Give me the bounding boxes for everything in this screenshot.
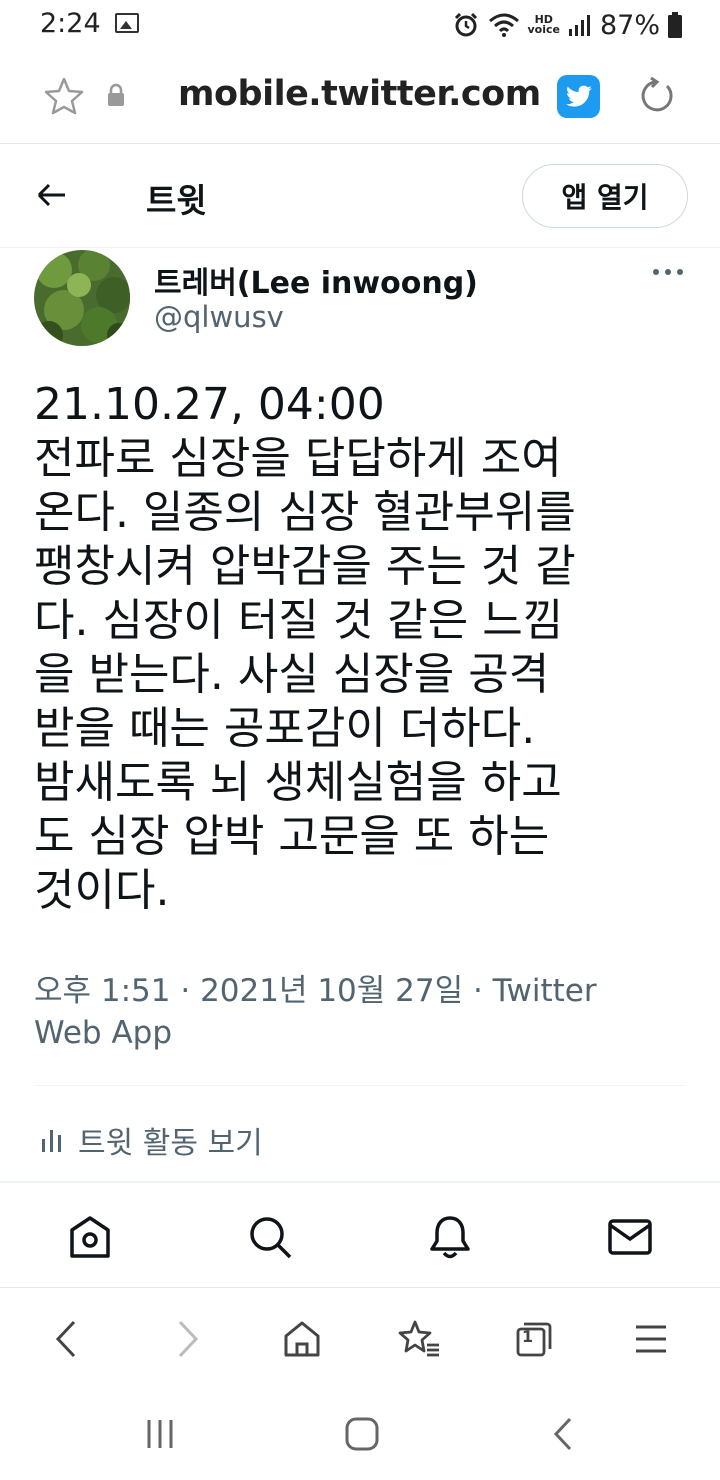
twitter-bottom-nav	[0, 1182, 720, 1288]
status-icons: HD voice 87%	[452, 8, 682, 42]
divider	[34, 1085, 686, 1086]
messages-icon[interactable]	[606, 1213, 654, 1261]
wifi-icon	[488, 13, 519, 37]
gallery-icon	[115, 13, 139, 33]
battery-percent: 87%	[599, 9, 660, 41]
open-app-button[interactable]: 앱 열기	[522, 164, 688, 228]
hd-voice-icon: HD voice	[527, 13, 560, 36]
activity-label: 트윗 활동 보기	[78, 1126, 263, 1161]
reload-icon[interactable]	[637, 76, 677, 116]
tweet-text: 21.10.27, 04:00 전파로 심장을 답답하게 조여 온다. 일종의 …	[34, 379, 576, 916]
search-icon[interactable]	[246, 1213, 294, 1261]
system-navigation-bar	[0, 1390, 720, 1480]
signal-icon	[568, 15, 590, 36]
browser-address-bar: mobile.twitter.com	[0, 52, 720, 144]
back-icon[interactable]	[44, 1316, 90, 1362]
page-title: 트윗	[146, 181, 207, 220]
notifications-icon[interactable]	[426, 1213, 474, 1261]
star-icon[interactable]	[44, 76, 84, 116]
home-icon[interactable]	[66, 1213, 114, 1261]
battery-icon	[668, 12, 682, 38]
bookmarks-icon[interactable]	[396, 1316, 442, 1362]
tab-count: 1	[522, 1327, 534, 1346]
lock-icon	[108, 83, 124, 106]
recent-apps-icon[interactable]	[138, 1412, 182, 1456]
view-tweet-activity-link[interactable]: 트윗 활동 보기	[40, 1118, 263, 1162]
system-back-icon[interactable]	[542, 1412, 586, 1456]
alarm-icon	[454, 12, 477, 37]
twitter-icon[interactable]	[557, 75, 600, 118]
tabs-icon[interactable]: 1	[511, 1316, 557, 1362]
user-handle[interactable]: @qlwusv	[154, 300, 284, 334]
browser-toolbar: 1	[0, 1288, 720, 1388]
analytics-icon	[42, 1130, 61, 1152]
status-bar: 2:24 HD voice 87%	[0, 0, 720, 52]
tweet-timestamp[interactable]: 오후 1:51 · 2021년 10월 27일 · Twitter Web Ap…	[34, 970, 674, 1054]
browser-home-icon[interactable]	[279, 1316, 325, 1362]
tweet-page-header: 트윗 앱 열기	[0, 144, 720, 248]
avatar[interactable]	[34, 250, 130, 346]
system-home-icon[interactable]	[340, 1412, 384, 1456]
back-arrow-icon[interactable]	[36, 180, 68, 210]
menu-icon[interactable]	[628, 1316, 674, 1362]
forward-icon[interactable]	[164, 1316, 210, 1362]
url-field[interactable]: mobile.twitter.com	[178, 74, 541, 114]
more-options-icon[interactable]	[652, 266, 684, 278]
display-name[interactable]: 트레버(Lee inwoong)	[154, 258, 478, 302]
status-time: 2:24	[40, 8, 101, 39]
